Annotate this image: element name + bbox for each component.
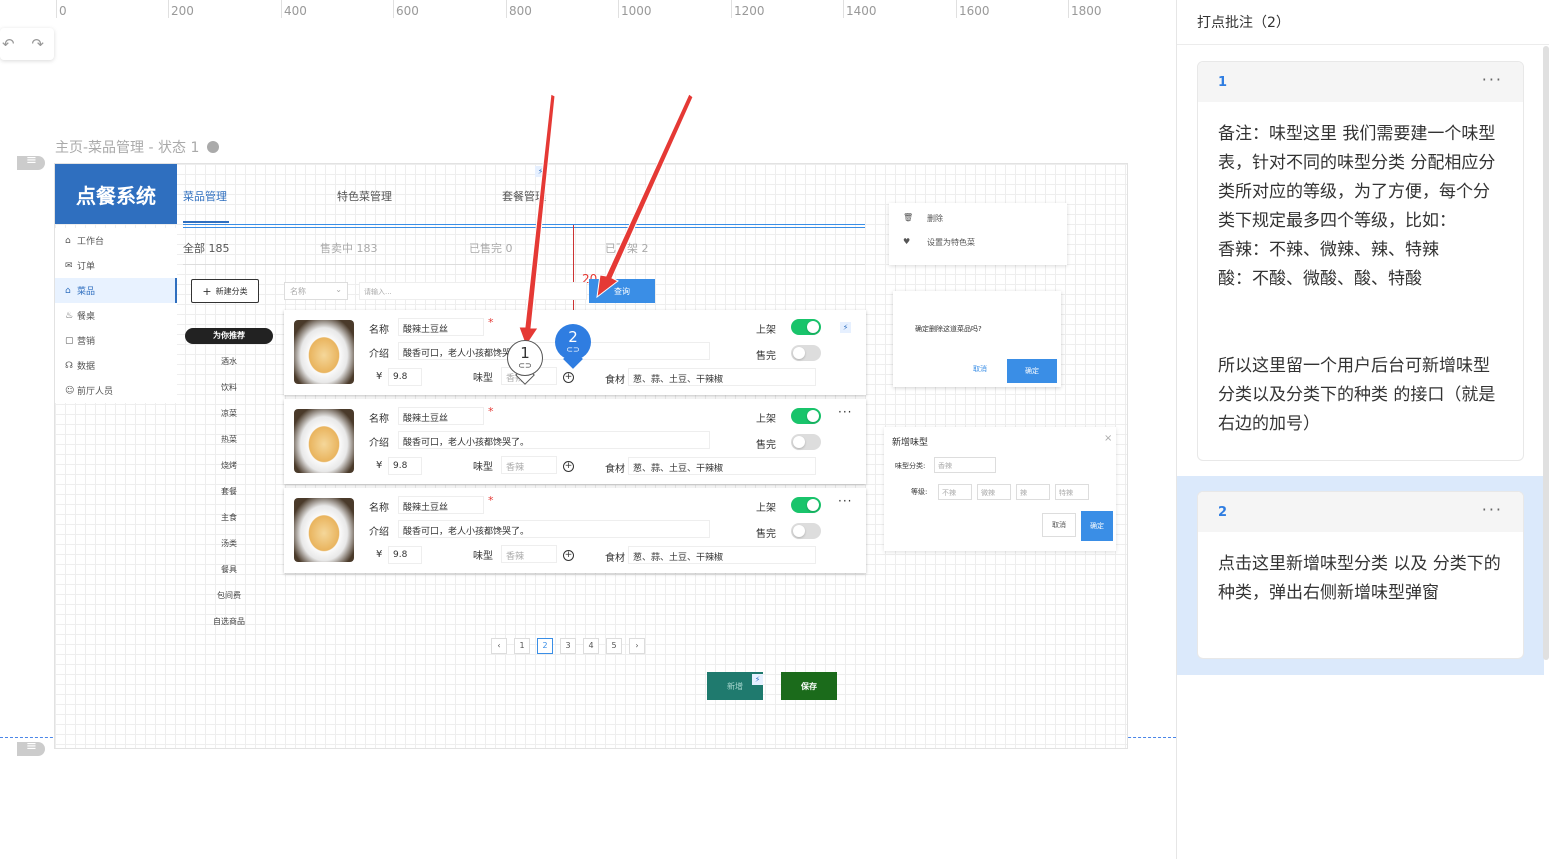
comment-number: 1 <box>1218 75 1228 90</box>
pin-number: 1 <box>520 344 530 362</box>
comment-number: 2 <box>1218 505 1228 520</box>
arrow-2 <box>596 93 694 299</box>
comment-header: 1 ··· <box>1198 62 1523 102</box>
link-icon: ⊂⊃ <box>566 345 580 354</box>
divider <box>1177 44 1549 45</box>
arrow-1 <box>518 93 556 348</box>
panel-title: 打点批注（2） <box>1197 15 1290 31</box>
link-icon: ⊂⊃ <box>518 361 532 370</box>
comment-text: 备注：味型这里 我们需要建一个味型表，针对不同的味型分类 分配相应分类所对应的等… <box>1218 124 1496 434</box>
more-icon[interactable]: ··· <box>1482 500 1503 519</box>
annotation-arrows <box>518 93 694 348</box>
comment-panel: 打点批注（2） 1 ··· 备注：味型这里 我们需要建一个味型表，针对不同的味型… <box>1176 0 1549 859</box>
comment-card[interactable]: 2 ··· 点击这里新增味型分类 以及 分类下的种类，弹出右侧新增味型弹窗 <box>1197 491 1524 659</box>
comment-header: 2 ··· <box>1198 492 1523 532</box>
comment-text: 点击这里新增味型分类 以及 分类下的种类，弹出右侧新增味型弹窗 <box>1218 554 1501 603</box>
annotation-pin-1[interactable]: 1 ⊂⊃ <box>507 340 543 386</box>
annotation-pin-2[interactable]: 2 ⊂⊃ <box>555 324 591 370</box>
comment-card[interactable]: 1 ··· 备注：味型这里 我们需要建一个味型表，针对不同的味型分类 分配相应分… <box>1197 61 1524 461</box>
scrollbar[interactable] <box>1543 46 1549 660</box>
pin-number: 2 <box>568 328 578 346</box>
more-icon[interactable]: ··· <box>1482 70 1503 89</box>
